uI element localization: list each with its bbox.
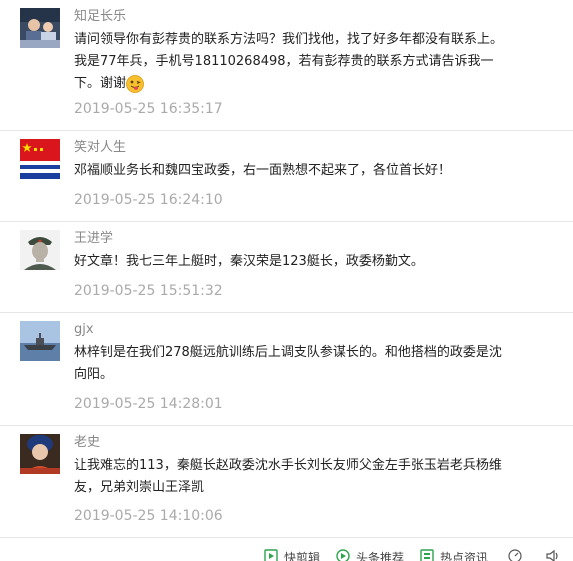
avatar[interactable] [20,8,60,48]
list-item: 知足长乐 请问领导你有彭荐贵的联系方法吗？我们找他，找了好多年都没有联系上。我是… [0,0,573,131]
comment-text-body: 好文章！我七三年上艇时，秦汉荣是123艇长，政委杨勤文。 [74,254,424,269]
list-item: 老史 让我难忘的113，秦艇长赵政委沈水手长刘长友师父金左手张玉岩老兵杨维友，兄… [0,426,573,538]
avatar[interactable] [20,139,60,179]
naval-flag-avatar-icon [20,139,60,179]
speed-icon [508,549,522,561]
bottom-item-label: 热点资讯 [440,551,489,561]
comment-time: 2019-05-25 14:10:06 [74,508,223,524]
comment-time: 2019-05-25 15:51:32 [74,283,223,299]
recommend-icon [336,549,350,561]
comment-text-body: 林梓钊是在我们278艇远航训练后上调支队参谋长的。和他搭档的政委是沈向阳。 [74,345,502,382]
bottom-item-video-edit[interactable]: 快剪辑 [264,549,320,561]
bottom-toolbar: 快剪辑 头条推荐 热点资讯 [0,546,573,561]
avatar[interactable] [20,321,60,361]
comment-time: 2019-05-25 16:35:17 [74,101,223,117]
tongue-emoji-icon [126,74,144,93]
bottom-item-volume[interactable] [545,549,565,561]
bottom-item-label: 快剪辑 [284,551,321,561]
comment-time: 2019-05-25 16:24:10 [74,192,223,208]
bottom-item-recommend[interactable]: 头条推荐 [336,549,404,561]
comment-author[interactable]: 老史 [74,434,100,452]
family-photo-avatar-icon [20,8,60,48]
ship-photo-avatar-icon [20,321,60,361]
avatar[interactable] [20,230,60,270]
comment-text-body: 邓福顺业务长和魏四宝政委，右一面熟想不起来了，各位首长好！ [74,163,452,178]
list-item: 王进学 好文章！我七三年上艇时，秦汉荣是123艇长，政委杨勤文。 2019-05… [0,222,573,313]
volume-icon [546,549,558,561]
bottom-item-news[interactable]: 热点资讯 [420,549,488,561]
news-icon [420,549,434,561]
portrait-avatar-icon [20,434,60,474]
avatar[interactable] [20,434,60,474]
comment-author[interactable]: 笑对人生 [74,139,126,157]
comment-text: 让我难忘的113，秦艇长赵政委沈水手长刘长友师父金左手张玉岩老兵杨维友，兄弟刘崇… [74,455,514,499]
comment-author[interactable]: gjx [74,321,94,339]
comment-text: 请问领导你有彭荐贵的联系方法吗？我们找他，找了好多年都没有联系上。我是77年兵，… [74,29,514,95]
video-edit-icon [264,549,278,561]
comment-text: 邓福顺业务长和魏四宝政委，右一面熟想不起来了，各位首长好！ [74,160,514,182]
list-item: 笑对人生 邓福顺业务长和魏四宝政委，右一面熟想不起来了，各位首长好！ 2019-… [0,131,573,222]
comment-list: 知足长乐 请问领导你有彭荐贵的联系方法吗？我们找他，找了好多年都没有联系上。我是… [0,0,573,538]
comment-text: 林梓钊是在我们278艇远航训练后上调支队参谋长的。和他搭档的政委是沈向阳。 [74,342,514,386]
comment-text-body: 让我难忘的113，秦艇长赵政委沈水手长刘长友师父金左手张玉岩老兵杨维友，兄弟刘崇… [74,458,502,495]
soldier-portrait-avatar-icon [20,230,60,270]
comment-time: 2019-05-25 14:28:01 [74,396,223,412]
bottom-item-speed[interactable] [508,549,528,561]
comment-text: 好文章！我七三年上艇时，秦汉荣是123艇长，政委杨勤文。 [74,251,514,273]
bottom-item-label: 头条推荐 [356,551,405,561]
comment-author[interactable]: 王进学 [74,230,113,248]
comment-author[interactable]: 知足长乐 [74,8,126,26]
list-item: gjx 林梓钊是在我们278艇远航训练后上调支队参谋长的。和他搭档的政委是沈向阳… [0,313,573,426]
